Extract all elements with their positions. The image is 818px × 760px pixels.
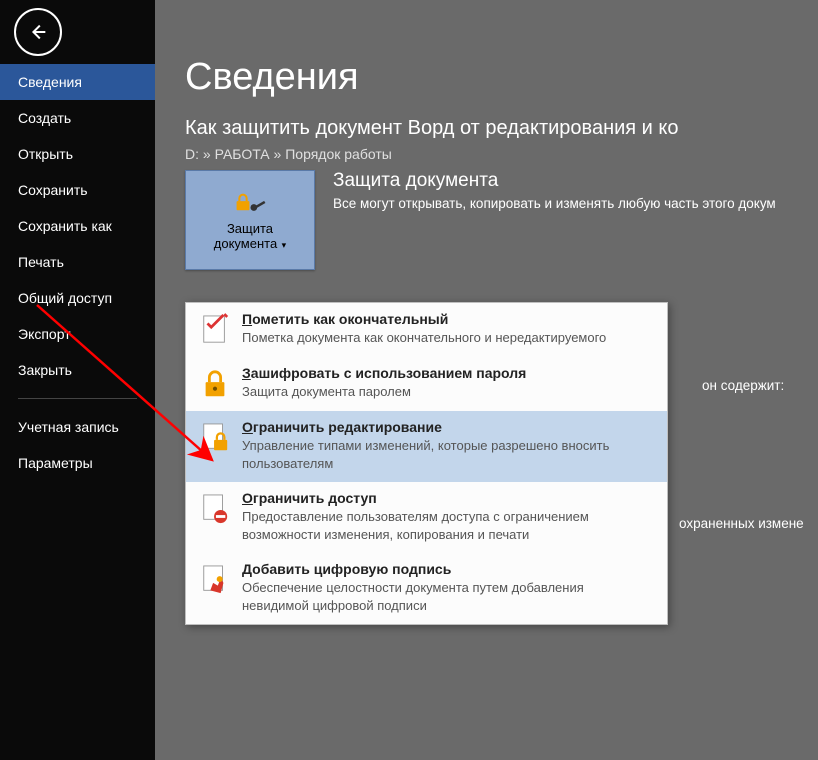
dd-title-accel: О (242, 419, 253, 435)
nav-item-export[interactable]: Экспорт (0, 316, 155, 352)
document-title: Как защитить документ Ворд от редактиров… (185, 117, 818, 140)
nav-label: Сведения (18, 74, 82, 90)
restrict-access-icon (200, 492, 230, 526)
menu-item-mark-final[interactable]: Пометить как окончательный Пометка докум… (186, 303, 667, 357)
protect-btn-line1: Защита (227, 221, 273, 236)
dd-title-accel: О (242, 490, 253, 506)
dd-title-accel: Д (242, 561, 252, 577)
nav-item-account[interactable]: Учетная запись (0, 409, 155, 445)
dd-title-rest: ашифровать с использованием пароля (251, 365, 527, 381)
nav-separator (18, 398, 137, 399)
key-icon (248, 195, 268, 215)
dd-title-rest: граничить доступ (253, 490, 377, 506)
dd-title-rest: обавить цифровую подпись (252, 561, 451, 577)
nav-label: Сохранить (18, 182, 88, 198)
nav-label: Сохранить как (18, 218, 112, 234)
nav-item-options[interactable]: Параметры (0, 445, 155, 481)
protect-document-menu: Пометить как окончательный Пометка докум… (185, 302, 668, 625)
encrypt-password-icon (200, 367, 230, 401)
menu-item-digital-signature[interactable]: Добавить цифровую подпись Обеспечение це… (186, 553, 667, 624)
nav-item-close[interactable]: Закрыть (0, 352, 155, 388)
protect-document-section: Защита документа ▾ Защита документа Все … (185, 170, 818, 270)
dd-title-accel: П (242, 311, 252, 327)
nav-label: Параметры (18, 455, 93, 471)
protect-document-text: Защита документа Все могут открывать, ко… (333, 170, 776, 211)
protect-btn-line2: документа (214, 236, 277, 251)
nav-label: Создать (18, 110, 71, 126)
nav-item-info[interactable]: Сведения (0, 64, 155, 100)
dd-desc: Предоставление пользователям доступа с о… (242, 508, 653, 543)
page-title: Сведения (185, 0, 818, 117)
protect-document-button[interactable]: Защита документа ▾ (185, 170, 315, 270)
backstage-main: Сведения Как защитить документ Ворд от р… (155, 0, 818, 760)
back-arrow-icon (27, 21, 49, 43)
dd-desc: Защита документа паролем (242, 383, 653, 401)
dd-desc: Управление типами изменений, которые раз… (242, 437, 653, 472)
nav-item-share[interactable]: Общий доступ (0, 280, 155, 316)
dd-desc: Пометка документа как окончательного и н… (242, 329, 653, 347)
nav-item-saveas[interactable]: Сохранить как (0, 208, 155, 244)
nav-label: Печать (18, 254, 64, 270)
nav-label: Закрыть (18, 362, 72, 378)
dd-title-rest: граничить редактирование (253, 419, 442, 435)
protect-description: Все могут открывать, копировать и изменя… (333, 196, 776, 211)
menu-item-restrict-access[interactable]: Ограничить доступ Предоставление пользов… (186, 482, 667, 553)
mark-final-icon (200, 313, 230, 347)
menu-item-encrypt-password[interactable]: Зашифровать с использованием пароля Защи… (186, 357, 667, 411)
versions-fragment: охраненных измене (679, 516, 804, 531)
nav-label: Экспорт (18, 326, 71, 342)
dd-desc: Обеспечение целостности документа путем … (242, 579, 653, 614)
nav-item-save[interactable]: Сохранить (0, 172, 155, 208)
nav-label: Учетная запись (18, 419, 119, 435)
menu-item-restrict-editing[interactable]: Ограничить редактирование Управление тип… (186, 411, 667, 482)
chevron-down-icon: ▾ (279, 240, 286, 250)
nav-label: Открыть (18, 146, 73, 162)
dd-title-accel: З (242, 365, 251, 381)
breadcrumb: D: » РАБОТА » Порядок работы (185, 146, 818, 162)
inspect-fragment: он содержит: (702, 378, 784, 393)
digital-signature-icon (200, 563, 230, 597)
protect-heading: Защита документа (333, 170, 776, 192)
nav-item-open[interactable]: Открыть (0, 136, 155, 172)
nav-item-print[interactable]: Печать (0, 244, 155, 280)
nav-item-new[interactable]: Создать (0, 100, 155, 136)
nav-label: Общий доступ (18, 290, 112, 306)
backstage-sidebar: Сведения Создать Открыть Сохранить Сохра… (0, 0, 155, 760)
back-button[interactable] (14, 8, 62, 56)
restrict-editing-icon (200, 421, 230, 455)
dd-title-rest: ометить как окончательный (252, 311, 448, 327)
